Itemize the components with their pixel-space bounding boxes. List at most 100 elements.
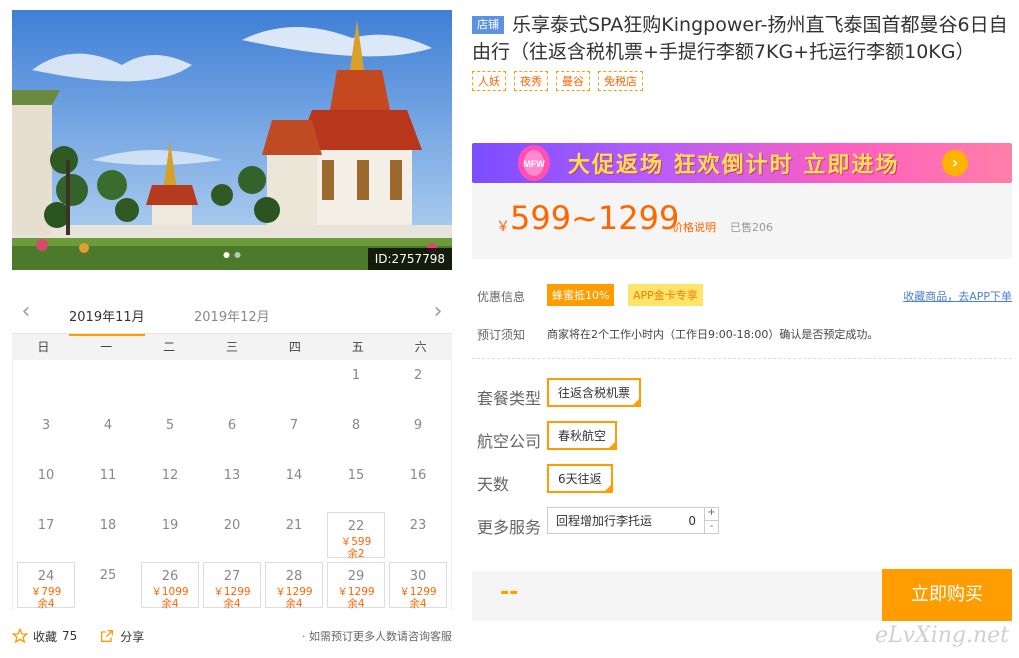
- day-number: 18: [99, 518, 117, 533]
- calendar-day: 3: [17, 412, 75, 458]
- keyword-tag[interactable]: 人妖: [472, 71, 506, 91]
- hero-image[interactable]: ID:2757798: [12, 10, 452, 270]
- day-number: 5: [165, 418, 175, 433]
- weekday-label: 四: [288, 340, 301, 354]
- weekday-label: 日: [37, 340, 50, 354]
- buy-now-button[interactable]: 立即购买: [882, 569, 1012, 621]
- calendar-day[interactable]: 26 ￥1099 余4: [141, 562, 199, 610]
- app-order-link[interactable]: 收藏商品，去APP下单: [903, 288, 1012, 304]
- arrow-right-icon[interactable]: ›: [942, 150, 968, 176]
- share-button[interactable]: 分享: [99, 628, 144, 645]
- day-number: 2: [413, 368, 423, 383]
- day-number: 11: [99, 468, 117, 483]
- service-name: 回程增加行李托运: [556, 514, 653, 528]
- day-number: 25: [99, 568, 117, 583]
- flower-badge-icon: MFW: [518, 145, 550, 181]
- days-option[interactable]: 6天往返: [547, 464, 613, 493]
- favorite-label: 收藏: [33, 629, 58, 644]
- calendar-day: 25: [79, 562, 137, 608]
- calendar-footer: 收藏 75 分享 · 如需预订更多人数请咨询客服: [12, 621, 452, 651]
- more-service-row: 更多服务 回程增加行李托运 0 + -: [472, 504, 1012, 547]
- banner-text: 大促返场 狂欢倒计时 立即进场: [568, 153, 900, 178]
- price-box: ￥ 599~1299 价格说明 已售206: [472, 183, 1012, 259]
- day-remaining: 余4: [223, 598, 241, 610]
- calendar-day[interactable]: 22 ￥599 余2: [327, 512, 385, 560]
- day-number: 9: [413, 418, 423, 433]
- calendar-day[interactable]: 27 ￥1299 余4: [203, 562, 261, 610]
- keyword-tags: 人妖 夜秀 曼谷 免税店: [472, 71, 1012, 91]
- calendar-day: 16: [389, 462, 447, 508]
- product-title-text: 乐享泰式SPA狂购Kingpower-扬州直飞泰国首都曼谷6日自由行（往返含税机…: [472, 14, 1008, 63]
- day-number: 4: [103, 418, 113, 433]
- product-title: 店铺 乐享泰式SPA狂购Kingpower-扬州直飞泰国首都曼谷6日自由行（往返含…: [472, 12, 1012, 66]
- day-price: ￥1299: [213, 586, 251, 598]
- day-number: 13: [223, 468, 241, 483]
- booking-info: 优惠信息 蜂蜜抵10% APP金卡专享 收藏商品，去APP下单 预订须知 商家将…: [472, 282, 1012, 547]
- keyword-tag[interactable]: 曼谷: [556, 71, 590, 91]
- service-qty[interactable]: 0: [688, 514, 696, 528]
- day-number: 24: [37, 569, 55, 584]
- calendar-empty-cell: [265, 362, 323, 408]
- day-number: 1: [351, 368, 361, 383]
- airline-option[interactable]: 春秋航空: [547, 421, 618, 450]
- tab-month-current[interactable]: 2019年11月: [69, 306, 145, 336]
- day-price: ￥1299: [399, 586, 437, 598]
- day-number: 26: [161, 569, 179, 584]
- carousel-dots[interactable]: [223, 252, 241, 258]
- airline-label: 航空公司: [477, 432, 542, 451]
- day-number: 16: [409, 468, 427, 483]
- product-panel: 店铺 乐享泰式SPA狂购Kingpower-扬州直飞泰国首都曼谷6日自由行（往返含…: [472, 12, 1012, 621]
- store-tag[interactable]: 店铺: [472, 16, 504, 34]
- day-number: 27: [223, 569, 241, 584]
- total-price: --: [500, 580, 519, 605]
- calendar-day: 6: [203, 412, 261, 458]
- watermark: eLvXing.net: [874, 623, 1009, 648]
- calendar-day[interactable]: 24 ￥799 余4: [17, 562, 75, 610]
- luggage-stepper[interactable]: 回程增加行李托运 0 + -: [547, 507, 719, 534]
- promo-banner[interactable]: MFW 大促返场 狂欢倒计时 立即进场 ›: [472, 143, 1012, 183]
- carousel-dot[interactable]: [223, 252, 230, 258]
- day-number: 14: [285, 468, 303, 483]
- tab-month-next[interactable]: 2019年12月: [194, 306, 270, 325]
- calendar-day: 11: [79, 462, 137, 508]
- app-gold-card-badge: APP金卡专享: [628, 284, 703, 306]
- calendar-day[interactable]: 29 ￥1299 余4: [327, 562, 385, 610]
- calendar-day[interactable]: 28 ￥1299 余4: [265, 562, 323, 610]
- calendar-day: 7: [265, 412, 323, 458]
- product-page: ID:2757798 ‹ 2019年11月 2019年12月 › 日 一 二 三 四 五 六…: [0, 0, 1019, 658]
- calendar-day: 13: [203, 462, 261, 508]
- plus-button[interactable]: +: [705, 507, 718, 520]
- day-number: 23: [409, 518, 427, 533]
- sold-count: 已售206: [730, 221, 773, 234]
- consult-hint: · 如需预订更多人数请咨询客服: [302, 630, 452, 643]
- calendar-day: 17: [17, 512, 75, 558]
- calendar-day: 21: [265, 512, 323, 558]
- prev-month-icon[interactable]: ‹: [16, 301, 36, 323]
- day-price: ￥1099: [151, 586, 189, 598]
- package-option[interactable]: 往返含税机票: [547, 378, 642, 407]
- favorite-button[interactable]: 收藏 75: [12, 628, 77, 645]
- package-label: 套餐类型: [477, 389, 542, 408]
- day-remaining: 余2: [347, 548, 365, 560]
- day-number: 30: [409, 569, 427, 584]
- notice-label: 预订须知: [477, 328, 526, 342]
- weekday-label: 六: [414, 340, 427, 354]
- calendar-empty-cell: [79, 362, 137, 408]
- calendar-day: 5: [141, 412, 199, 458]
- minus-button[interactable]: -: [705, 520, 718, 534]
- price-explain-link[interactable]: 价格说明: [672, 219, 716, 235]
- carousel-dot[interactable]: [234, 252, 241, 258]
- calendar-day[interactable]: 30 ￥1299 余4: [389, 562, 447, 610]
- next-month-icon[interactable]: ›: [428, 301, 448, 323]
- day-number: 7: [289, 418, 299, 433]
- calendar-empty-cell: [141, 362, 199, 408]
- days-row: 天数 6天往返: [472, 461, 1012, 504]
- calendar-grid: 1 2 3 4 5 6 7 8 9 10 11 12 13 14 15 16 17 18 19 20 21 22 ￥599 余…: [12, 360, 452, 610]
- keyword-tag[interactable]: 夜秀: [514, 71, 548, 91]
- honey-discount-badge: 蜂蜜抵10%: [547, 284, 615, 306]
- currency-symbol: ￥: [496, 219, 510, 235]
- day-number: 19: [161, 518, 179, 533]
- calendar-empty-cell: [203, 362, 261, 408]
- keyword-tag[interactable]: 免税店: [598, 71, 643, 91]
- calendar-day: 23: [389, 512, 447, 558]
